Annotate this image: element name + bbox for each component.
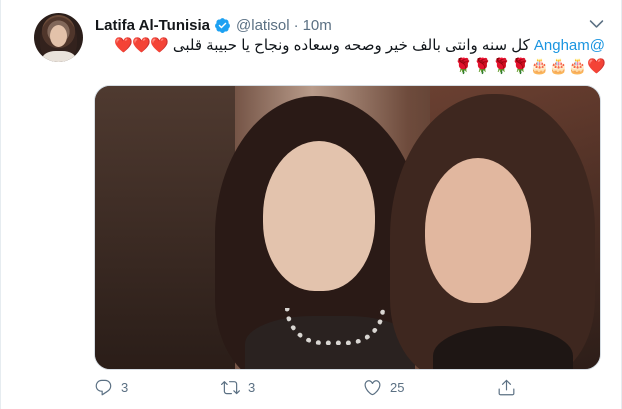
cake-emoji: 🎂 [568, 58, 587, 75]
tweet-text: @Angham كل سنه وانتى بالف خير وصحه وسعاد… [95, 36, 606, 76]
tweet-text-line1: @Angham كل سنه وانتى بالف خير وصحه وسعاد… [95, 36, 605, 56]
share-icon [498, 379, 515, 396]
reply-button[interactable]: 3 [94, 378, 128, 397]
heart-emoji: ❤️ [149, 37, 169, 54]
cake-emoji: 🎂 [549, 58, 568, 75]
reply-icon [95, 379, 112, 396]
photo-background-left [95, 86, 235, 369]
heart-emoji: ❤️ [113, 37, 133, 54]
tweet-card[interactable]: Latifa Al-Tunisia @latisol · 10m @Angham… [0, 0, 622, 409]
rose-emoji: 🌹 [473, 58, 492, 75]
cake-emoji: 🎂 [530, 58, 549, 75]
tweet-header: Latifa Al-Tunisia @latisol · 10m [95, 15, 332, 35]
photo-person-left-face [263, 141, 375, 291]
display-name[interactable]: Latifa Al-Tunisia [95, 17, 210, 34]
tweet-actions: 3 3 25 [94, 378, 515, 402]
mention-link[interactable]: @Angham [534, 37, 605, 54]
share-button[interactable] [497, 378, 524, 397]
avatar-face [50, 25, 67, 47]
reply-count: 3 [121, 380, 129, 395]
more-menu-button[interactable] [585, 12, 607, 34]
heart-emoji: ❤️ [587, 58, 606, 75]
heart-icon [364, 380, 381, 396]
like-button[interactable]: 25 [363, 378, 404, 397]
heart-emoji: ❤️ [131, 37, 151, 54]
timestamp[interactable]: 10m [303, 17, 332, 34]
separator-dot: · [293, 16, 299, 34]
rose-emoji: 🌹 [511, 58, 530, 75]
rose-emoji: 🌹 [454, 58, 473, 75]
handle[interactable]: @latisol [236, 17, 290, 34]
rose-emoji: 🌹 [492, 58, 511, 75]
tweet-photo[interactable] [94, 85, 601, 370]
avatar-dress [42, 51, 76, 62]
tweet-emoji-line: 🌹 🌹 🌹 🌹 🎂 🎂 🎂 ❤️ [95, 58, 606, 76]
retweet-count: 3 [248, 380, 256, 395]
avatar[interactable] [34, 13, 83, 62]
retweet-icon [221, 381, 240, 395]
verified-badge-icon [215, 17, 230, 33]
chevron-down-icon [589, 19, 603, 28]
photo-person-right-face [425, 158, 531, 303]
like-count: 25 [390, 380, 405, 395]
tweet-body: كل سنه وانتى بالف خير وصحه وسعاده ونجاح … [172, 37, 530, 54]
retweet-button[interactable]: 3 [221, 378, 255, 397]
